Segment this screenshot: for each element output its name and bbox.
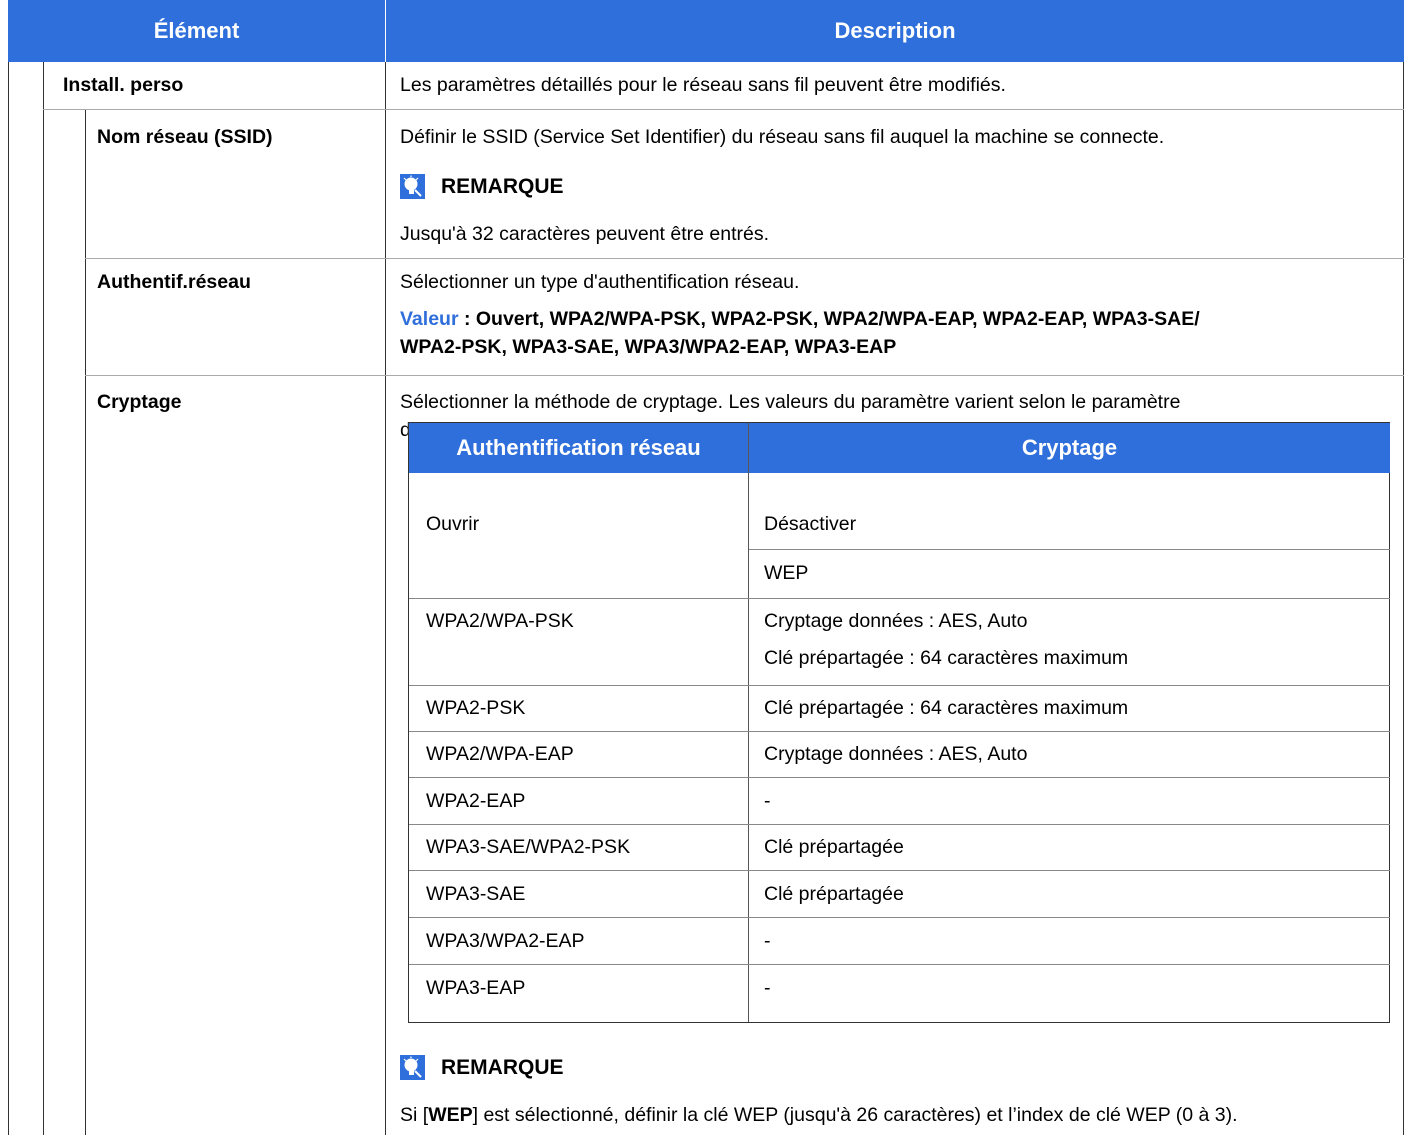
inner-row-divider: [409, 777, 1390, 778]
lightbulb-icon: [400, 1055, 425, 1080]
inner-row-divider: [409, 964, 1390, 965]
grid-line: [43, 62, 44, 1135]
cell-auth: WPA2/WPA-PSK: [426, 610, 574, 632]
cell-crypt: WEP: [764, 562, 809, 584]
header-description: Description: [386, 0, 1404, 62]
cell-crypt: -: [764, 977, 771, 999]
cell-auth: WPA3-SAE/WPA2-PSK: [426, 836, 631, 858]
row-label-auth: Authentif.réseau: [97, 271, 251, 293]
row-label-crypt: Cryptage: [97, 391, 182, 413]
cell-crypt: Désactiver: [764, 513, 857, 535]
auth-values-line2: WPA2-PSK, WPA3-SAE, WPA3/WPA2-EAP, WPA3-…: [400, 336, 897, 358]
cell-auth: WPA3-SAE: [426, 883, 526, 905]
row-desc-auth: Sélectionner un type d'authentification …: [400, 271, 800, 293]
inner-row-divider: [749, 549, 1390, 550]
cell-auth: WPA3/WPA2-EAP: [426, 930, 585, 952]
note-text-pre: Si [: [400, 1104, 429, 1126]
note-text-post: ] est sélectionné, définir la clé WEP (j…: [472, 1104, 1238, 1126]
note-title-ssid: REMARQUE: [441, 175, 564, 198]
cell-crypt: -: [764, 790, 771, 812]
cell-crypt: Clé prépartagée : 64 caractères maximum: [764, 697, 1129, 719]
inner-header-auth: Authentification réseau: [409, 423, 748, 473]
inner-col-divider: [748, 423, 749, 1022]
cell-crypt: -: [764, 930, 771, 952]
inner-row-divider: [409, 824, 1390, 825]
cell-crypt: Clé prépartagée: [764, 836, 904, 858]
grid-line: [85, 109, 86, 1135]
cell-auth: WPA2-EAP: [426, 790, 526, 812]
row-divider: [85, 258, 1404, 259]
inner-row-divider: [409, 870, 1390, 871]
cell-crypt: Clé prépartagée: [764, 883, 904, 905]
row-desc-crypt-1: Sélectionner la méthode de cryptage. Les…: [400, 391, 1181, 413]
note-title-crypt: REMARQUE: [441, 1056, 564, 1079]
cell-auth: WPA2/WPA-EAP: [426, 743, 574, 765]
cell-crypt: Cryptage données : AES, Auto: [764, 610, 1028, 632]
inner-row-divider: [409, 685, 1390, 686]
note-text-wep: WEP: [428, 1104, 473, 1126]
row-label-install: Install. perso: [63, 74, 184, 96]
cell-crypt: Cryptage données : AES, Auto: [764, 743, 1028, 765]
row-desc-ssid: Définir le SSID (Service Set Identifier)…: [400, 126, 1165, 148]
cell-auth: Ouvrir: [426, 513, 480, 535]
row-desc-install: Les paramètres détaillés pour le réseau …: [400, 74, 1006, 96]
row-divider: [43, 109, 1404, 110]
inner-row-divider: [409, 598, 1390, 599]
inner-header-crypt: Cryptage: [749, 423, 1390, 473]
row-label-ssid: Nom réseau (SSID): [97, 126, 273, 148]
cell-auth: WPA2-PSK: [426, 697, 526, 719]
lightbulb-icon: [400, 174, 425, 199]
value-list: : Ouvert, WPA2/WPA-PSK, WPA2-PSK, WPA2/W…: [458, 308, 1200, 330]
note-text-crypt: Si [WEP] est sélectionné, définir la clé…: [400, 1103, 1238, 1127]
note-text-ssid: Jusqu'à 32 caractères peuvent être entré…: [400, 223, 770, 245]
settings-table: Élément Description Install. perso Les p…: [0, 0, 1404, 1135]
grid-line: [8, 62, 9, 1135]
value-label: Valeur: [400, 308, 459, 330]
inner-row-divider: [409, 917, 1390, 918]
grid-line: [385, 62, 386, 1135]
auth-values-line1: Valeur : Ouvert, WPA2/WPA-PSK, WPA2-PSK,…: [400, 307, 1200, 331]
cell-auth: WPA3-EAP: [426, 977, 526, 999]
row-divider: [85, 375, 1404, 376]
inner-row-divider: [409, 731, 1390, 732]
header-element: Élément: [8, 0, 385, 62]
cell-crypt: Clé prépartagée : 64 caractères maximum: [764, 647, 1129, 669]
auth-crypt-table: Authentification réseau Cryptage Ouvrir …: [408, 422, 1390, 1023]
